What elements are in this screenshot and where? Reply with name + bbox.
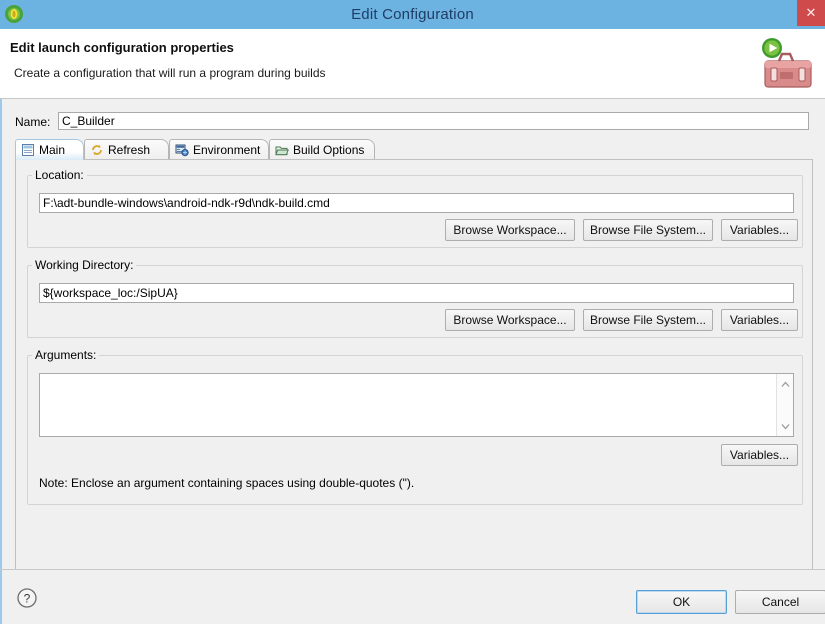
location-input[interactable] (39, 193, 794, 213)
refresh-arrows-icon (90, 143, 104, 157)
help-question-icon[interactable]: ? (16, 587, 38, 609)
location-browse-workspace-button[interactable]: Browse Workspace... (445, 219, 575, 241)
tab-build-options[interactable]: Build Options (269, 139, 375, 160)
title-bar: Edit Configuration ✕ (0, 0, 825, 29)
tab-bar: Main Refresh Environment Build Options (15, 139, 813, 160)
tab-main-label: Main (39, 143, 66, 157)
working-directory-browse-workspace-button[interactable]: Browse Workspace... (445, 309, 575, 331)
arguments-field-wrapper (39, 373, 794, 437)
name-input[interactable] (58, 112, 809, 130)
name-label: Name: (15, 115, 51, 129)
location-variables-button[interactable]: Variables... (721, 219, 798, 241)
tab-main[interactable]: Main (15, 139, 84, 160)
window-title: Edit Configuration (351, 6, 474, 23)
cancel-button[interactable]: Cancel (735, 590, 825, 614)
working-directory-input[interactable] (39, 283, 794, 303)
document-icon (21, 143, 35, 157)
tab-refresh-label: Refresh (108, 143, 151, 157)
arguments-variables-button[interactable]: Variables... (721, 444, 798, 466)
toolbox-run-icon (755, 35, 817, 93)
scroll-down-icon[interactable] (777, 418, 793, 434)
location-group: Location: Browse Workspace... Browse Fil… (27, 168, 803, 248)
page-title: Edit launch configuration properties (10, 40, 234, 55)
banner: Edit launch configuration properties Cre… (0, 29, 825, 99)
tab-refresh[interactable]: Refresh (84, 139, 169, 160)
working-directory-browse-file-system-button[interactable]: Browse File System... (583, 309, 713, 331)
tab-build-options-label: Build Options (293, 143, 365, 157)
working-directory-variables-button[interactable]: Variables... (721, 309, 798, 331)
arguments-label: Arguments: (32, 348, 100, 362)
scroll-up-icon[interactable] (777, 376, 793, 392)
close-icon[interactable]: ✕ (797, 0, 825, 26)
dialog-body: Name: Main (0, 99, 825, 611)
tab-panel-main: Location: Browse Workspace... Browse Fil… (15, 159, 821, 611)
name-row: Name: (15, 112, 813, 132)
ok-button[interactable]: OK (636, 590, 727, 614)
working-directory-group: Working Directory: Browse Workspace... B… (27, 258, 803, 338)
page-subtitle: Create a configuration that will run a p… (14, 66, 326, 80)
arguments-textarea[interactable] (40, 374, 777, 436)
arguments-group: Arguments: Variables... Note: Enclose an… (27, 348, 803, 505)
svg-text:?: ? (24, 592, 31, 606)
location-label: Location: (32, 168, 87, 182)
arguments-scrollbar[interactable] (776, 374, 793, 436)
arguments-note: Note: Enclose an argument containing spa… (39, 476, 415, 490)
folder-open-icon (275, 143, 289, 157)
location-browse-file-system-button[interactable]: Browse File System... (583, 219, 713, 241)
working-directory-label: Working Directory: (32, 258, 137, 272)
environment-icon (175, 143, 189, 157)
tab-environment[interactable]: Environment (169, 139, 269, 160)
footer: ? OK Cancel (0, 570, 825, 624)
tab-environment-label: Environment (193, 143, 261, 157)
